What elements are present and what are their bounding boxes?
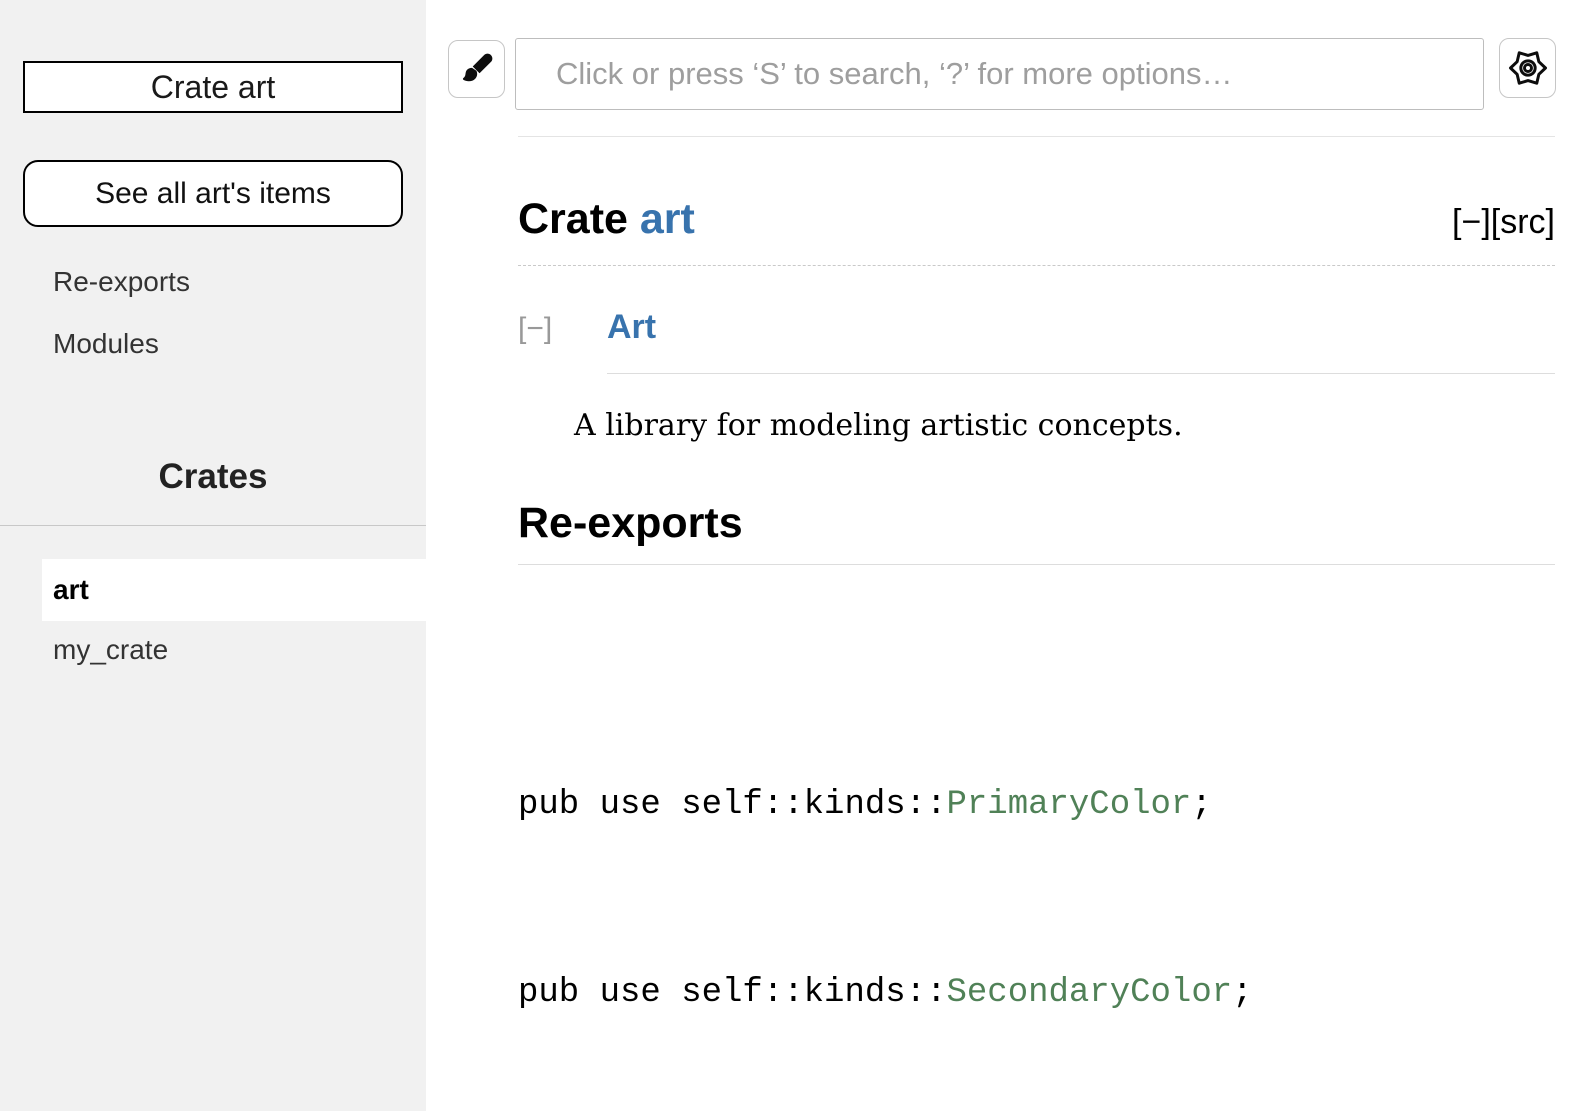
top-toolbar [426, 0, 1584, 110]
paintbrush-icon [458, 50, 496, 88]
sidebar-crate-title[interactable]: Crate art [23, 61, 403, 113]
sidebar-section-link[interactable]: Re-exports [0, 251, 426, 313]
reexport-suffix: ; [1232, 974, 1252, 1012]
heading-dotted-divider [518, 265, 1555, 266]
settings-button[interactable] [1499, 38, 1556, 98]
reexport-suffix: ; [1191, 786, 1211, 824]
docblock-title-link[interactable]: Art [607, 308, 656, 346]
collapse-all-link[interactable]: [−] [1452, 203, 1491, 241]
search-input[interactable] [515, 38, 1484, 110]
reexport-prefix: pub use self::kinds:: [518, 974, 946, 1012]
page-title: Crate art [518, 195, 695, 244]
docblock-collapse-toggle[interactable]: [−] [518, 308, 574, 443]
reexports-code-block: pub use self::kinds::PrimaryColor; pub u… [518, 594, 1555, 1111]
crate-name-link[interactable]: art [640, 195, 695, 243]
crate-list-item[interactable]: my_crate [42, 621, 426, 678]
sidebar-section-link[interactable]: Modules [0, 313, 426, 375]
page-content: Crate art [−][src] [−] Art A library for… [518, 195, 1555, 1111]
reexport-line: pub use self::kinds::SecondaryColor; [518, 970, 1555, 1017]
sidebar: Crate art See all art's items Re-exports… [0, 0, 426, 1111]
gear-icon [1507, 47, 1549, 89]
see-all-items-button[interactable]: See all art's items [23, 160, 403, 227]
page-title-prefix: Crate [518, 195, 640, 243]
docblock: Art A library for modeling artistic conc… [574, 308, 1555, 443]
reexport-item-link[interactable]: SecondaryColor [946, 974, 1232, 1012]
reexport-item-link[interactable]: PrimaryColor [946, 786, 1191, 824]
docblock-title-heading: Art [607, 308, 1555, 374]
reexport-prefix: pub use self::kinds:: [518, 786, 946, 824]
out-of-band-links: [−][src] [1452, 203, 1555, 242]
crate-docblock-row: [−] Art A library for modeling artistic … [518, 308, 1555, 443]
main-content: Crate art [−][src] [−] Art A library for… [426, 0, 1584, 1111]
reexports-heading: Re-exports [518, 499, 1555, 565]
crate-list: art my_crate [0, 559, 426, 678]
page-heading-row: Crate art [−][src] [518, 195, 1555, 244]
crate-list-item[interactable]: art [42, 559, 426, 621]
src-link[interactable]: [src] [1491, 203, 1555, 241]
crates-heading: Crates [0, 457, 426, 497]
toolbar-divider [518, 136, 1555, 137]
theme-picker-button[interactable] [448, 40, 505, 98]
sidebar-section-links: Re-exports Modules [0, 251, 426, 375]
docblock-description: A library for modeling artistic concepts… [574, 408, 1555, 443]
sidebar-divider [0, 525, 426, 526]
reexport-line: pub use self::kinds::PrimaryColor; [518, 782, 1555, 829]
